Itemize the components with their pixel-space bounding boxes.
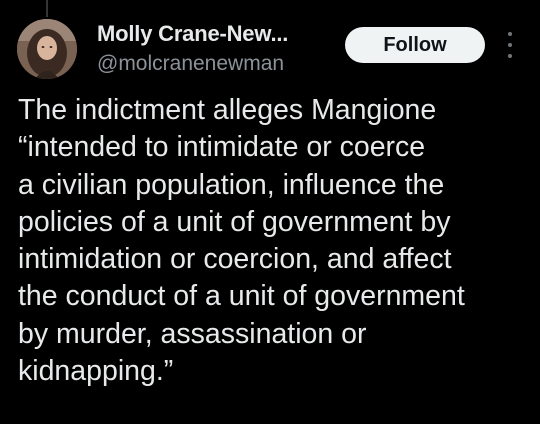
tweet-text-line: kidnapping.” — [18, 355, 174, 388]
tweet-text-line: The indictment alleges Mangione — [18, 94, 437, 126]
tweet-text-line: intimidation or coercion, and affect — [18, 243, 452, 276]
thread-connector-line — [46, 0, 48, 17]
more-dot — [508, 43, 512, 47]
tweet-text: The indictment alleges Mangione “intende… — [18, 92, 528, 390]
tweet-text-line: the conduct of a unit of government — [18, 280, 465, 313]
tweet-text-line: “intended to intimidate or coerce — [18, 131, 426, 164]
author-handle[interactable]: @molcranenewman — [97, 52, 284, 76]
follow-button[interactable]: Follow — [345, 27, 485, 63]
avatar-image — [17, 19, 77, 79]
more-dot — [508, 32, 512, 36]
more-dot — [508, 54, 512, 58]
more-vertical-icon[interactable] — [500, 32, 520, 58]
tweet-text-line: by murder, assassination or — [18, 317, 367, 350]
author-display-name[interactable]: Molly Crane-New... — [97, 21, 288, 47]
tweet-text-line: policies of a unit of government by — [18, 205, 451, 238]
avatar[interactable] — [17, 19, 77, 79]
tweet-text-line: a civilian population, influence the — [18, 168, 445, 201]
